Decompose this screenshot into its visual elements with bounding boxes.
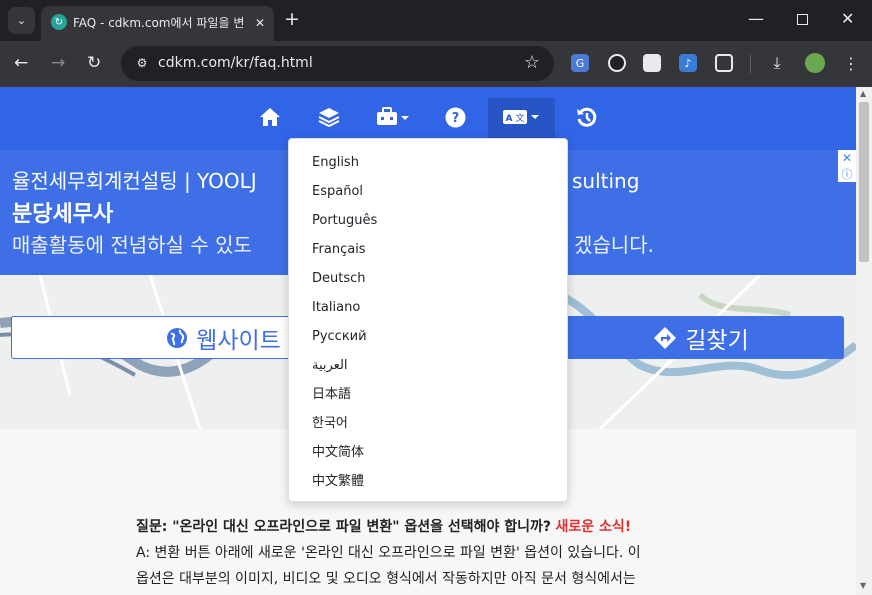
address-bar[interactable]: ⚙ cdkm.com/kr/faq.html ☆ [121, 46, 554, 81]
extensions-puzzle-icon[interactable] [715, 54, 733, 72]
scroll-thumb[interactable] [859, 102, 869, 262]
home-icon[interactable] [259, 107, 281, 133]
language-option-chinese-traditional[interactable]: 中文繁體 [289, 467, 567, 496]
maximize-icon[interactable] [797, 14, 808, 25]
tab-search-icon[interactable]: ⌄ [8, 7, 35, 34]
window-close-icon[interactable]: ✕ [841, 9, 854, 28]
language-option-chinese-simplified[interactable]: 中文简体 [289, 438, 567, 467]
browser-toolbar: ← → ↻ ⚙ cdkm.com/kr/faq.html ☆ G ♪ ⤓ ⋮ [0, 41, 872, 87]
faq-section: 질문: "온라인 대신 오프라인으로 파일 변환" 옵션을 선택해야 합니까? … [136, 514, 726, 592]
ad-website-label: 웹사이트 [196, 327, 281, 354]
profile-avatar[interactable] [805, 53, 825, 73]
svg-text:文: 文 [515, 112, 524, 124]
forward-icon[interactable]: → [51, 52, 65, 74]
new-badge: 새로운 소식! [555, 519, 632, 535]
url-text: cdkm.com/kr/faq.html [158, 55, 313, 71]
translate-extension-icon[interactable]: G [571, 54, 589, 72]
language-option-french[interactable]: Français [289, 235, 567, 264]
language-icon[interactable]: A文 [502, 107, 540, 133]
ad-title: 율전세무회계컨설팅 | YOOLJ [12, 169, 257, 193]
scroll-up-icon[interactable]: ▲ [860, 89, 866, 98]
language-option-english[interactable]: English [289, 148, 567, 177]
tab-title: FAQ - cdkm.com에서 파일을 변 [73, 16, 245, 30]
ad-info-icon[interactable]: ⓘ [838, 166, 856, 182]
faq-question-line: 질문: "온라인 대신 오프라인으로 파일 변환" 옵션을 선택해야 합니까? … [136, 514, 726, 540]
svg-text:A: A [506, 114, 513, 124]
language-option-japanese[interactable]: 日本語 [289, 380, 567, 409]
layers-icon[interactable] [318, 107, 340, 133]
faq-answer-line-1: A: 변환 버튼 아래에 새로운 '온라인 대신 오프라인으로 파일 변환' 옵… [136, 545, 641, 561]
language-option-arabic[interactable]: العربية [289, 351, 567, 380]
extension-music-icon[interactable]: ♪ [679, 54, 697, 72]
toolbar-separator [750, 55, 751, 73]
bookmark-star-icon[interactable]: ☆ [524, 52, 540, 73]
scroll-down-icon[interactable]: ▼ [860, 581, 866, 590]
faq-answer-line-2: 옵션은 대부분의 이미지, 비디오 및 오디오 형식에서 작동하지만 아직 문서… [136, 571, 636, 587]
history-icon[interactable] [576, 107, 598, 134]
globe-icon [167, 327, 188, 348]
browser-menu-icon[interactable]: ⋮ [842, 54, 860, 73]
download-icon[interactable]: ⤓ [768, 53, 786, 72]
language-option-korean[interactable]: 한국어 [289, 409, 567, 438]
language-option-russian[interactable]: Русский [289, 322, 567, 351]
close-tab-icon[interactable]: ✕ [255, 14, 265, 32]
tab-strip: ⌄ ↻ FAQ - cdkm.com에서 파일을 변 ✕ + — ✕ [0, 0, 872, 41]
directions-icon [654, 326, 677, 349]
ad-close-icon[interactable]: ✕ [838, 150, 856, 166]
toolbox-icon[interactable] [376, 107, 410, 133]
reload-icon[interactable]: ↻ [87, 52, 101, 74]
new-tab-icon[interactable]: + [284, 9, 300, 29]
site-favicon-icon: ↻ [51, 14, 67, 30]
language-dropdown: English Español Português Français Deuts… [288, 138, 568, 502]
page-scrollbar[interactable]: ▲ ▼ [856, 87, 872, 595]
ad-title-tail: sulting [572, 169, 640, 193]
language-option-german[interactable]: Deutsch [289, 264, 567, 293]
extension-circle-icon[interactable] [608, 54, 626, 72]
ad-description: 매출활동에 전념하실 수 있도 [12, 233, 252, 257]
language-option-italian[interactable]: Italiano [289, 293, 567, 322]
back-icon[interactable]: ← [14, 52, 28, 74]
site-info-icon[interactable]: ⚙ [132, 53, 152, 73]
extension-window-icon[interactable] [643, 54, 661, 72]
faq-question: 질문: "온라인 대신 오프라인으로 파일 변환" 옵션을 선택해야 합니까? [136, 519, 552, 535]
ad-description-tail: 겠습니다. [574, 233, 654, 257]
language-option-portuguese[interactable]: Português [289, 206, 567, 235]
browser-tab[interactable]: ↻ FAQ - cdkm.com에서 파일을 변 ✕ [41, 6, 274, 41]
language-option-spanish[interactable]: Español [289, 177, 567, 206]
help-icon[interactable]: ? [445, 107, 466, 134]
minimize-icon[interactable]: — [748, 9, 764, 28]
svg-text:?: ? [452, 111, 460, 126]
ad-directions-label: 길찾기 [685, 327, 749, 354]
ad-subtitle: 분당세무사 [12, 202, 114, 227]
